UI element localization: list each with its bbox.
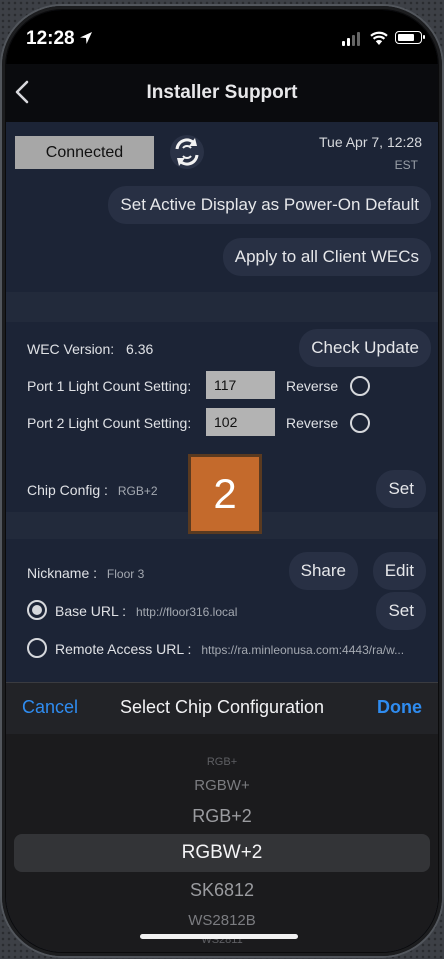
picker-option-selected[interactable]: RGBW+2 [6, 842, 438, 864]
wifi-icon [370, 31, 388, 45]
apply-to-all-wecs-button[interactable]: Apply to all Client WECs [222, 238, 431, 276]
location-arrow-icon [80, 32, 92, 44]
nickname-label-text: Nickname : [27, 565, 98, 581]
app-screen: 12:28 Installer Support Connected Tue Ap… [6, 10, 438, 952]
port2-reverse-label: Reverse [286, 415, 339, 431]
sync-icon[interactable] [168, 132, 206, 172]
picker-title: Select Chip Configuration [119, 697, 325, 717]
chip-config-label-text: Chip Config : [27, 482, 108, 498]
navigation-bar: Installer Support [6, 64, 438, 122]
base-url-value: http://floor316.local [135, 605, 238, 619]
edit-button[interactable]: Edit [372, 552, 426, 590]
nickname-label: Nickname : Floor 3 [27, 565, 144, 581]
set-power-on-default-button[interactable]: Set Active Display as Power-On Default [108, 186, 431, 224]
remote-url-label: Remote Access URL : https://ra.minleonus… [55, 641, 404, 657]
base-url-set-button[interactable]: Set [376, 592, 426, 630]
date-time-text: Tue Apr 7, 12:28 [319, 134, 422, 150]
chip-config-picker-wheel[interactable]: RGB+ RGBW+ RGB+2 RGBW+2 SK6812 WS2812B W… [6, 734, 438, 952]
page-title: Installer Support [146, 82, 298, 103]
port2-reverse-radio[interactable] [350, 413, 370, 433]
status-time: 12:28 [26, 28, 75, 49]
chip-config-set-button[interactable]: Set [376, 470, 426, 508]
picker-done-button[interactable]: Done [377, 697, 422, 718]
phone-frame: 12:28 Installer Support Connected Tue Ap… [2, 6, 442, 956]
port1-label: Port 1 Light Count Setting: [27, 378, 192, 394]
picker-toolbar: Cancel Select Chip Configuration Done [6, 682, 438, 734]
port1-reverse-radio[interactable] [350, 376, 370, 396]
timezone-text: EST [394, 158, 418, 172]
picker-option[interactable]: WS2812B [6, 912, 438, 929]
share-button[interactable]: Share [288, 552, 358, 590]
connection-status-button[interactable]: Connected [15, 136, 154, 169]
picker-option[interactable]: RGB+2 [6, 806, 438, 827]
picker-option[interactable]: RGBW+ [6, 777, 438, 794]
check-update-button[interactable]: Check Update [299, 329, 431, 367]
wec-version-label: WEC Version: 6.36 [27, 341, 153, 357]
base-url-radio[interactable] [27, 600, 47, 620]
wec-version-label-text: WEC Version: [27, 341, 115, 357]
remote-url-radio[interactable] [27, 638, 47, 658]
base-url-label: Base URL : http://floor316.local [55, 603, 237, 619]
wec-version-value: 6.36 [126, 341, 154, 357]
port1-reverse-label: Reverse [286, 378, 339, 394]
nickname-value: Floor 3 [106, 567, 145, 581]
cellular-signal-icon [342, 32, 360, 46]
status-bar: 12:28 [6, 10, 438, 64]
chip-config-value: RGB+2 [117, 484, 158, 498]
chip-config-label: Chip Config : RGB+2 [27, 482, 158, 498]
section-divider [6, 292, 438, 322]
step-number-badge: 2 [188, 454, 262, 534]
port2-label: Port 2 Light Count Setting: [27, 415, 192, 431]
battery-icon [395, 31, 425, 44]
port1-light-count-input[interactable]: 117 [206, 371, 275, 399]
home-indicator[interactable] [140, 934, 298, 939]
remote-url-value: https://ra.minleonusa.com:4443/ra/w... [201, 643, 405, 657]
base-url-label-text: Base URL : [55, 603, 127, 619]
picker-option[interactable]: SK6812 [6, 880, 438, 901]
remote-url-label-text: Remote Access URL : [55, 641, 192, 657]
picker-option[interactable]: RGB+ [6, 756, 438, 768]
port2-light-count-input[interactable]: 102 [206, 408, 275, 436]
